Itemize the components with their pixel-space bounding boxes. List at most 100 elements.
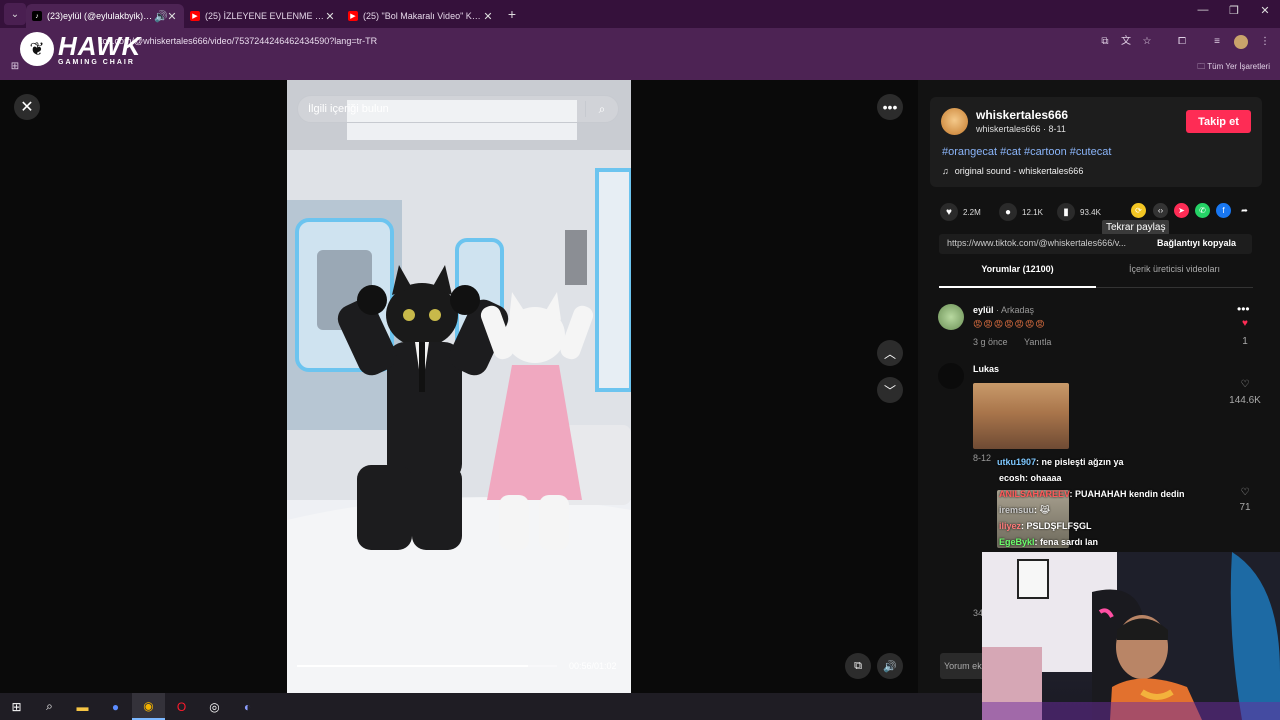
chat-user: iremsuu	[999, 505, 1035, 515]
video-progress-fill	[297, 665, 529, 667]
close-tab-icon[interactable]: ✕	[324, 10, 336, 23]
chat-text: : PSLDŞFLFŞGL	[1021, 521, 1092, 531]
translate-icon[interactable]: 文	[1119, 35, 1133, 49]
all-bookmarks-link[interactable]: 🗀 Tüm Yer İşaretleri	[1197, 61, 1270, 75]
youtube-icon: ▶	[190, 11, 200, 21]
chat-message: utku1907: ne pisleşti ağzın ya	[997, 457, 1124, 467]
facebook-icon[interactable]: f	[1216, 203, 1231, 218]
tab-search-button[interactable]: ⌄	[4, 3, 26, 25]
url-field[interactable]: tok.com/@whiskertales666/video/753724424…	[100, 36, 377, 46]
comment-avatar[interactable]	[938, 304, 964, 330]
comment-like-icon[interactable]: ♡	[1225, 487, 1265, 498]
chat-user: utku1907	[997, 457, 1037, 467]
comment-image[interactable]	[973, 383, 1069, 449]
restore-icon[interactable]: ❐	[1219, 4, 1249, 17]
comment-author[interactable]: Lukas	[973, 364, 999, 374]
chat-message: ecosh: ohaaaa	[999, 473, 1062, 483]
comment-like-icon[interactable]: ♡	[1225, 379, 1265, 390]
all-bookmarks-label: Tüm Yer İşaretleri	[1207, 62, 1270, 71]
close-tab-icon[interactable]: ✕	[482, 10, 494, 23]
cast-icon[interactable]: ⧉	[1098, 35, 1112, 49]
browser-menu-icon[interactable]: ⋮	[1258, 35, 1272, 49]
music-note-icon: ♫	[942, 166, 949, 176]
creator-username[interactable]: whiskertales666	[976, 108, 1068, 122]
chat-message: ANILSAHAREEV: PUAHAHAH kendin dedin	[999, 489, 1185, 499]
comment-like-icon[interactable]: ♥	[1225, 318, 1265, 329]
logo-main-text: HAWK	[58, 30, 142, 61]
tab-comments[interactable]: Yorumlar (12100)	[939, 264, 1096, 288]
comment-icon: ●	[999, 203, 1017, 221]
follow-button[interactable]: Takip et	[1186, 110, 1251, 133]
comment-stat[interactable]: ● 12.1K	[999, 203, 1043, 221]
browser-tab-bar: ⌄ ♪ (23)eylül (@eylulakbyik) | T 🔊 ✕ ▶ (…	[0, 0, 1280, 28]
chrome-icon[interactable]: ◉	[132, 693, 165, 720]
whatsapp-icon[interactable]: ✆	[1195, 203, 1210, 218]
close-window-icon[interactable]: ✕	[1250, 4, 1280, 17]
related-search-bar[interactable]: ⌕	[297, 95, 619, 123]
video-scene	[287, 80, 631, 693]
windows-start-icon[interactable]: ⊞	[0, 693, 33, 720]
volume-icon[interactable]: 🔊	[877, 653, 903, 679]
chat-text: : fena sardı lan	[1034, 537, 1099, 547]
chat-text: : 😹	[1034, 505, 1051, 515]
search-icon[interactable]: ⌕	[33, 693, 66, 720]
share-arrow-icon[interactable]: ➦	[1237, 203, 1252, 218]
extensions-icon[interactable]: ⧠	[1175, 35, 1189, 49]
tab-title: (25) İZLEYENE EVLENME TEKLİF	[205, 11, 324, 21]
comment-more-icon[interactable]: •••	[1237, 302, 1250, 316]
creator-avatar[interactable]	[941, 108, 968, 135]
media-control-icon[interactable]: ≡	[1210, 35, 1224, 49]
youtube-icon: ▶	[348, 11, 358, 21]
profile-avatar[interactable]	[1234, 35, 1248, 49]
repost-icon[interactable]: ⟳	[1131, 203, 1146, 218]
chat-text: : ne pisleşti ağzın ya	[1036, 457, 1124, 467]
comment-like-count: 71	[1239, 502, 1251, 513]
save-stat[interactable]: ▮ 93.4K	[1057, 203, 1101, 221]
video-progress-bar[interactable]	[297, 665, 557, 667]
discord-icon[interactable]: ◐	[231, 693, 264, 720]
file-explorer-icon[interactable]: ▬	[66, 693, 99, 720]
opera-icon[interactable]: O	[165, 693, 198, 720]
reply-link[interactable]: Yanıtla	[1024, 337, 1051, 347]
more-options-icon[interactable]: •••	[877, 94, 903, 120]
minimize-icon[interactable]: —	[1188, 4, 1218, 16]
chevron-down-icon[interactable]: ﹀	[877, 377, 903, 403]
chevron-up-icon[interactable]: ︿	[877, 340, 903, 366]
like-stat[interactable]: ♥ 2.2M	[940, 203, 981, 221]
search-icon[interactable]: ⌕	[586, 102, 618, 117]
webcam-scene	[982, 552, 1280, 720]
comment-author[interactable]: eylül · Arkadaş	[973, 305, 1034, 315]
close-icon[interactable]: ✕	[14, 94, 40, 120]
pip-icon[interactable]: ⧉	[845, 653, 871, 679]
close-tab-icon[interactable]: ✕	[166, 10, 178, 23]
comment-author-name: eylül	[973, 305, 994, 315]
post-link[interactable]: https://www.tiktok.com/@whiskertales666/…	[947, 238, 1147, 248]
browser-tab-2[interactable]: ▶ (25) İZLEYENE EVLENME TEKLİF ✕	[184, 4, 342, 28]
browser-tab-3[interactable]: ▶ (25) "Bol Makaralı Video" Kick ✕	[342, 4, 500, 28]
heart-icon: ♥	[940, 203, 958, 221]
video-time: 00:56/01:02	[569, 661, 617, 671]
post-sound[interactable]: ♫ original sound - whiskertales666	[942, 166, 1083, 176]
chat-text: : PUAHAHAH kendin dedin	[1069, 489, 1185, 499]
related-search-input[interactable]	[298, 103, 585, 115]
chat-user: ANILSAHAREEV	[999, 489, 1070, 499]
obs-icon[interactable]: ◎	[198, 693, 231, 720]
comment-avatar[interactable]	[938, 363, 964, 389]
bookmarks-bar	[0, 56, 1280, 80]
bookmark-star-icon[interactable]: ☆	[1140, 35, 1154, 49]
speaker-icon[interactable]: 🔊	[154, 10, 168, 23]
browser-tab-1[interactable]: ♪ (23)eylül (@eylulakbyik) | T 🔊 ✕	[26, 4, 184, 28]
copy-link-button[interactable]: Bağlantıyı kopyala	[1157, 238, 1236, 248]
logo-sub-text: GAMING CHAIR	[58, 58, 135, 66]
send-icon[interactable]: ➤	[1174, 203, 1189, 218]
comment-like-count: 1	[1242, 336, 1248, 347]
chat-user: ecosh	[999, 473, 1026, 483]
app-icon[interactable]: ●	[99, 693, 132, 720]
new-tab-button[interactable]: +	[500, 6, 524, 22]
chat-text: : ohaaaa	[1025, 473, 1062, 483]
post-hashtags[interactable]: #orangecat #cat #cartoon #cutecat	[942, 146, 1111, 158]
video-frame[interactable]	[287, 80, 631, 693]
windows-taskbar: ⊞ ⌕ ▬ ● ◉ O ◎ ◐	[0, 693, 982, 720]
tab-creator-videos[interactable]: İçerik üreticisi videoları	[1096, 264, 1253, 288]
embed-icon[interactable]: ‹›	[1153, 203, 1168, 218]
